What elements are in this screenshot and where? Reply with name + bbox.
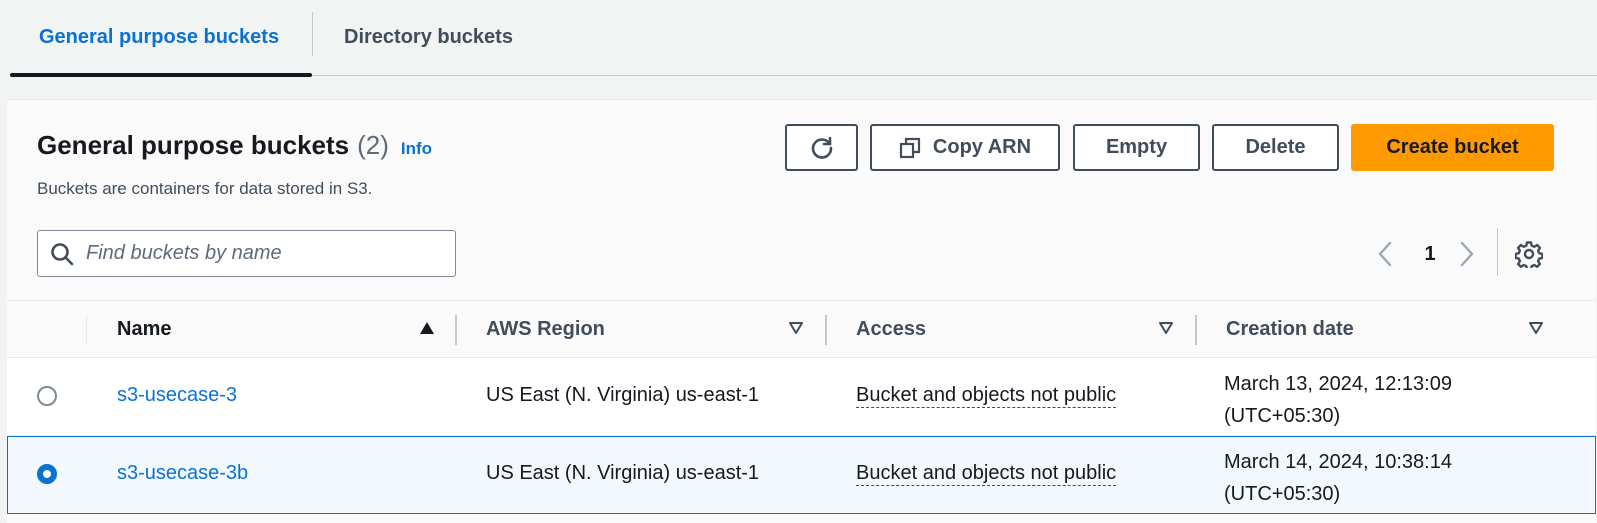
sort-icon[interactable] — [1158, 321, 1174, 335]
pagination-divider — [1497, 228, 1498, 276]
search-input[interactable] — [86, 231, 455, 276]
creation-date-line: March 14, 2024, 10:38:14 — [1224, 451, 1452, 473]
panel-description: Buckets are containers for data stored i… — [37, 179, 373, 198]
column-divider[interactable] — [1195, 315, 1197, 345]
copy-arn-button[interactable]: Copy ARN — [870, 124, 1060, 171]
info-link[interactable]: Info — [401, 139, 432, 159]
empty-button[interactable]: Empty — [1073, 124, 1200, 171]
column-header-name[interactable]: Name — [117, 301, 171, 357]
bucket-access[interactable]: Bucket and objects not public — [856, 384, 1117, 408]
page-title: General purpose buckets — [37, 130, 350, 160]
bucket-creation-date: March 13, 2024, 12:13:09 (UTC+05:30) — [1224, 368, 1452, 432]
row-select-radio[interactable] — [37, 464, 57, 484]
table-row[interactable]: s3-usecase-3b US East (N. Virginia) us-e… — [7, 436, 1596, 514]
create-bucket-button[interactable]: Create bucket — [1351, 124, 1554, 171]
sort-icon[interactable] — [1528, 321, 1544, 335]
delete-button[interactable]: Delete — [1212, 124, 1339, 171]
column-header-access[interactable]: Access — [856, 301, 926, 357]
current-page-number[interactable]: 1 — [1422, 240, 1438, 268]
bucket-creation-date: March 14, 2024, 10:38:14 (UTC+05:30) — [1224, 446, 1452, 510]
sort-icon[interactable] — [788, 321, 804, 335]
bucket-count: (2) — [357, 130, 389, 160]
refresh-icon — [811, 136, 832, 159]
column-header-aws-region[interactable]: AWS Region — [486, 301, 605, 357]
copy-icon — [899, 137, 921, 158]
column-divider[interactable] — [825, 315, 827, 345]
refresh-button[interactable] — [785, 124, 858, 171]
search-box — [37, 230, 456, 277]
previous-page-icon[interactable] — [1377, 240, 1393, 268]
bucket-type-tabs: General purpose buckets Directory bucket… — [10, 0, 1597, 77]
table-header: Name AWS Region Access Creation date — [7, 300, 1596, 358]
bucket-region: US East (N. Virginia) us-east-1 — [486, 462, 760, 484]
gear-icon[interactable] — [1515, 240, 1543, 268]
copy-arn-label: Copy ARN — [932, 136, 1032, 158]
panel-header: General purpose buckets (2) Info — [37, 130, 432, 161]
tab-general-purpose-buckets[interactable]: General purpose buckets — [10, 0, 312, 77]
column-divider — [86, 315, 87, 345]
bucket-name-link[interactable]: s3-usecase-3b — [117, 462, 248, 485]
creation-date-timezone: (UTC+05:30) — [1224, 405, 1341, 427]
sort-ascending-icon[interactable] — [419, 321, 435, 335]
bucket-region: US East (N. Virginia) us-east-1 — [486, 384, 760, 406]
column-header-creation-date[interactable]: Creation date — [1226, 301, 1354, 357]
next-page-icon[interactable] — [1459, 240, 1475, 268]
buckets-table: Name AWS Region Access Creation date s3-… — [7, 300, 1596, 514]
column-divider[interactable] — [455, 315, 457, 345]
table-row[interactable]: s3-usecase-3 US East (N. Virginia) us-ea… — [7, 358, 1596, 436]
search-icon — [51, 242, 74, 265]
buckets-panel: General purpose buckets (2) Info Buckets… — [7, 99, 1596, 523]
tab-directory-buckets[interactable]: Directory buckets — [313, 0, 513, 75]
creation-date-line: March 13, 2024, 12:13:09 — [1224, 373, 1452, 395]
bucket-name-link[interactable]: s3-usecase-3 — [117, 384, 237, 407]
row-select-radio[interactable] — [37, 386, 57, 406]
creation-date-timezone: (UTC+05:30) — [1224, 483, 1341, 505]
bucket-access[interactable]: Bucket and objects not public — [856, 462, 1117, 486]
